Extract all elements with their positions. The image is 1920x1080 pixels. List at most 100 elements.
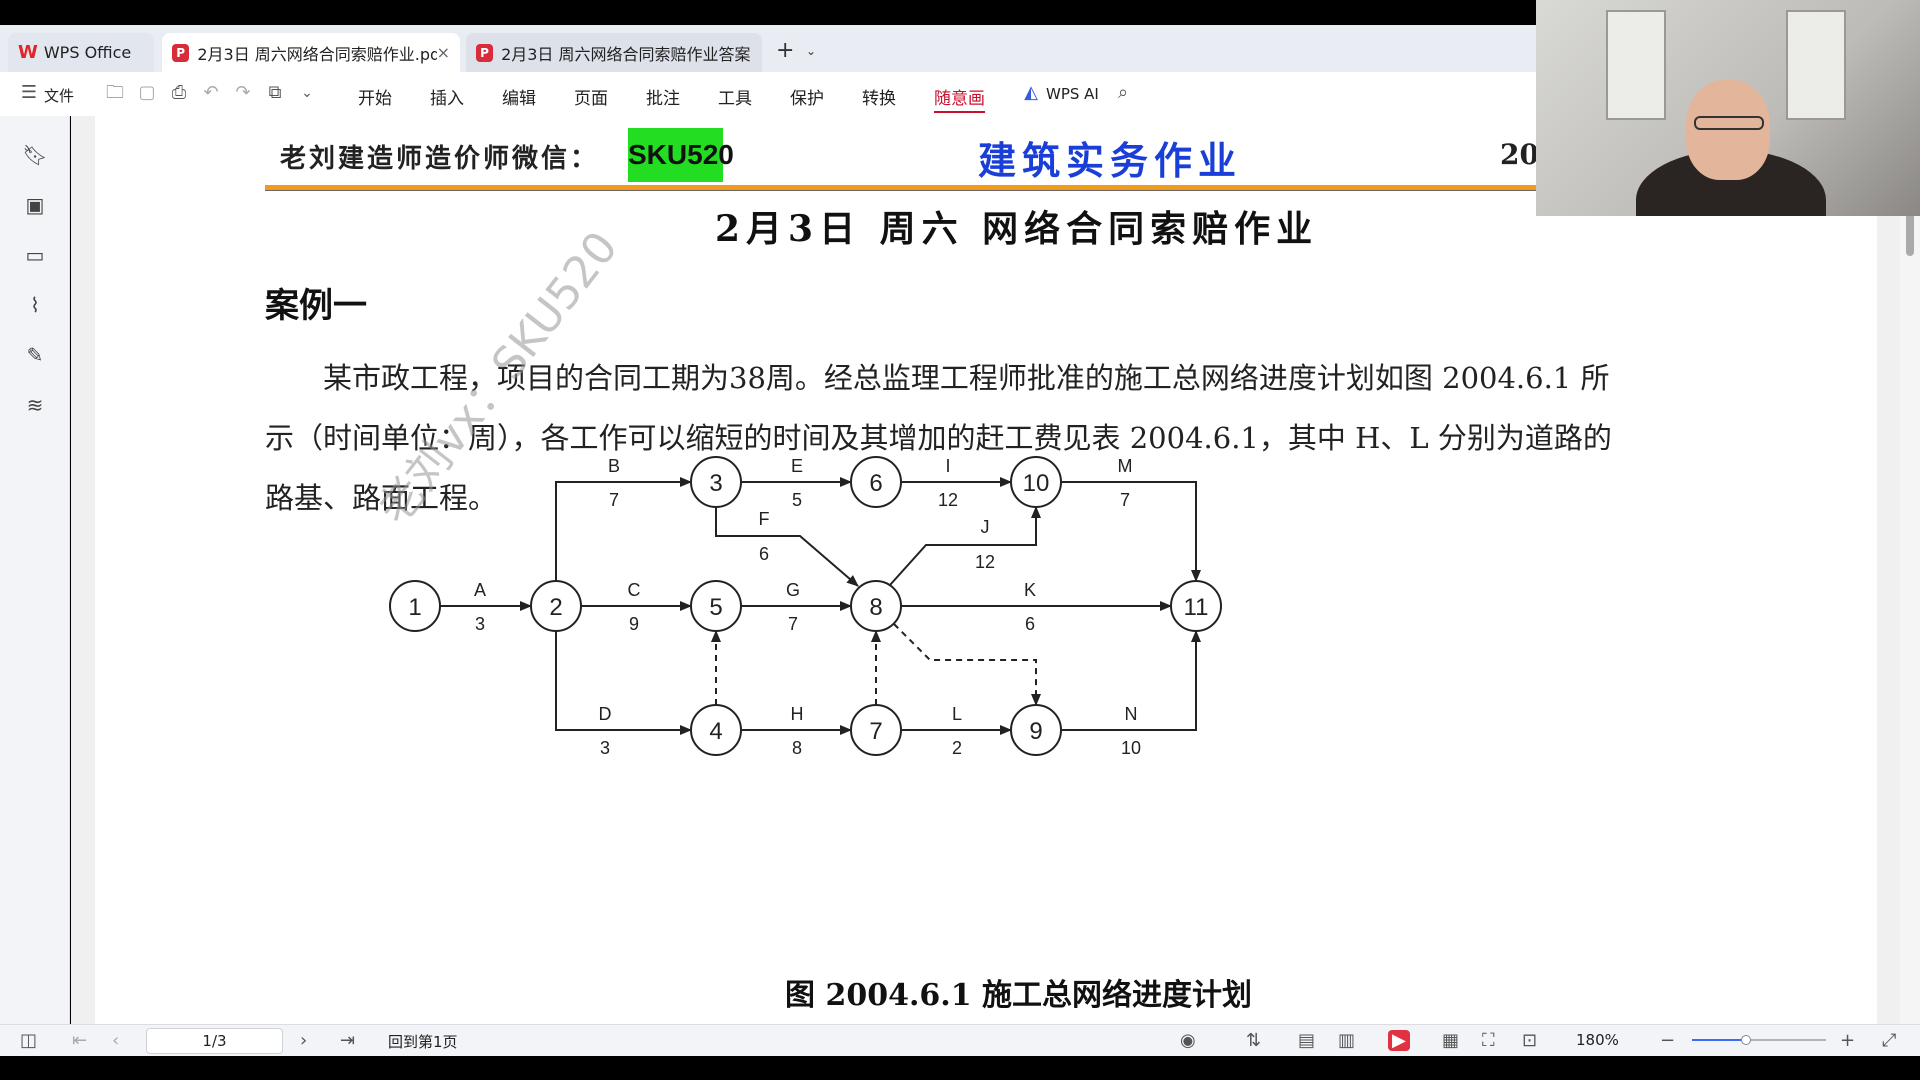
wps-ai-button[interactable]: WPS AI: [1046, 85, 1099, 103]
prev-page-icon[interactable]: ‹: [112, 1030, 119, 1051]
redo-icon[interactable]: ↷: [232, 82, 254, 104]
network-node-label-4: 4: [709, 718, 722, 745]
left-sidebar: 🔖︎ ▣ ▭ ⌇ ✎ ≋: [0, 116, 70, 1024]
activity-duration-F: 6: [759, 544, 769, 564]
continuous-scroll-icon[interactable]: ⇅: [1246, 1030, 1261, 1051]
close-tab-icon[interactable]: ×: [437, 43, 450, 62]
pdf-icon: P: [476, 43, 494, 62]
background-window: [1786, 10, 1846, 120]
new-tab-button[interactable]: +: [776, 38, 794, 63]
activity-label-B: B: [608, 456, 620, 476]
activity-label-N: N: [1125, 704, 1138, 724]
comment-icon[interactable]: ▭: [22, 242, 48, 268]
print-icon[interactable]: ⎙: [168, 82, 190, 104]
fit-width-icon[interactable]: ⊡: [1522, 1030, 1537, 1051]
tab-active-pdf[interactable]: P 2月3日 周六网络合同索赔作业.pdf ×: [162, 33, 460, 72]
fit-page-icon[interactable]: ⛶: [1482, 1030, 1495, 1051]
zoom-slider-handle[interactable]: [1740, 1035, 1751, 1045]
activity-label-M: M: [1118, 456, 1133, 476]
menu-page[interactable]: 页面: [574, 84, 608, 109]
bookmark-icon[interactable]: 🔖︎: [22, 142, 48, 168]
activity-duration-D: 3: [600, 738, 610, 758]
two-page-icon[interactable]: ▥: [1338, 1030, 1355, 1051]
fullscreen-icon[interactable]: ⤢: [1882, 1030, 1896, 1051]
document-viewport[interactable]: 老刘建造师造价师微信： SKU520 建筑实务作业 202 2月3日 周六 网络…: [71, 116, 1920, 1024]
zoom-level-select[interactable]: 180%: [1576, 1031, 1619, 1049]
menu-tools[interactable]: 工具: [718, 84, 752, 109]
file-menu[interactable]: 文件: [44, 85, 74, 106]
eye-mode-icon[interactable]: ◉: [1180, 1030, 1196, 1051]
background-window: [1606, 10, 1666, 120]
tab-label: 2月3日 周六网络合同索赔作业答案.p: [501, 44, 752, 64]
network-node-label-6: 6: [869, 470, 882, 497]
activity-label-C: C: [628, 580, 641, 600]
signature-icon[interactable]: ✎: [22, 342, 48, 368]
single-page-icon[interactable]: ▤: [1298, 1030, 1315, 1051]
presenter-head: [1686, 80, 1770, 180]
save-icon[interactable]: ▢: [136, 82, 158, 104]
activity-duration-C: 9: [629, 614, 639, 634]
tab-answers-pdf[interactable]: P 2月3日 周六网络合同索赔作业答案.p: [466, 33, 762, 72]
back-to-first-page-button[interactable]: 回到第1页: [388, 1031, 458, 1052]
hamburger-menu-icon[interactable]: ☰: [18, 82, 40, 104]
sidebar-toggle-icon[interactable]: ◫: [20, 1030, 37, 1051]
search-icon[interactable]: ⌕: [1112, 82, 1134, 104]
last-page-icon[interactable]: ⇥: [340, 1030, 355, 1051]
thumbnail-icon[interactable]: ▣: [22, 192, 48, 218]
zoom-out-icon[interactable]: −: [1660, 1030, 1675, 1051]
figure-caption: 图 2004.6.1 施工总网络进度计划: [785, 978, 1253, 1013]
activity-duration-L: 2: [952, 738, 962, 758]
menu-convert[interactable]: 转换: [862, 84, 896, 109]
network-node-label-7: 7: [869, 718, 882, 745]
menu-annotate[interactable]: 批注: [646, 84, 680, 109]
tab-label: 2月3日 周六网络合同索赔作业.pdf: [197, 44, 437, 64]
activity-label-I: I: [945, 456, 950, 476]
activity-duration-M: 7: [1120, 490, 1130, 510]
tab-list-dropdown-icon[interactable]: ⌄: [806, 44, 816, 58]
network-node-label-5: 5: [709, 594, 722, 621]
first-page-icon[interactable]: ⇤: [72, 1030, 87, 1051]
zoom-in-icon[interactable]: +: [1840, 1030, 1855, 1051]
screen-bottom-edge: [0, 1056, 1920, 1080]
page-number-input[interactable]: 1/3: [146, 1028, 283, 1054]
activity-duration-N: 10: [1121, 738, 1141, 758]
activity-label-D: D: [599, 704, 612, 724]
menu-edit[interactable]: 编辑: [502, 84, 536, 109]
wps-logo-icon: W: [18, 42, 38, 63]
copy-format-icon[interactable]: ⧉: [264, 82, 286, 104]
tab-label: WPS Office: [43, 43, 132, 62]
menu-freehand[interactable]: 随意画: [934, 84, 985, 113]
network-node-label-9: 9: [1029, 718, 1042, 745]
activity-label-F: F: [759, 509, 770, 529]
book-mode-icon[interactable]: ▦: [1442, 1030, 1459, 1051]
wps-ai-icon[interactable]: ◭: [1020, 82, 1042, 104]
activity-duration-I: 12: [938, 490, 958, 510]
next-page-icon[interactable]: ›: [300, 1030, 307, 1051]
activity-label-K: K: [1024, 580, 1036, 600]
attachment-icon[interactable]: ⌇: [22, 292, 48, 318]
menu-protect[interactable]: 保护: [790, 84, 824, 109]
menu-insert[interactable]: 插入: [430, 84, 464, 109]
network-node-label-2: 2: [549, 594, 562, 621]
activity-label-E: E: [791, 456, 803, 476]
activity-duration-J: 12: [975, 552, 995, 572]
activity-label-L: L: [952, 704, 962, 724]
open-folder-icon[interactable]: 🗀: [104, 82, 126, 104]
menu-start[interactable]: 开始: [358, 84, 392, 109]
activity-arrow-F: [715, 507, 859, 587]
webcam-overlay: [1536, 0, 1920, 216]
more-dropdown-icon[interactable]: ⌄: [296, 82, 318, 104]
activity-duration-K: 6: [1025, 614, 1035, 634]
activity-duration-E: 5: [792, 490, 802, 510]
vertical-scrollbar[interactable]: [1900, 116, 1920, 1024]
activity-arrow-D: [555, 631, 692, 735]
network-diagram: A3B7C9D3E5F6G7H8I12J12K6L2M7N101 23456789…: [389, 456, 1222, 758]
zoom-slider[interactable]: [1692, 1035, 1826, 1045]
layers-icon[interactable]: ≋: [22, 392, 48, 418]
tab-wps-home[interactable]: W WPS Office: [8, 33, 154, 72]
activity-duration-A: 3: [475, 614, 485, 634]
play-slideshow-icon[interactable]: ▶: [1388, 1030, 1410, 1051]
undo-icon[interactable]: ↶: [200, 82, 222, 104]
network-node-label-11: 11: [1184, 594, 1209, 621]
dummy-arrow-8-9: [893, 623, 1041, 706]
